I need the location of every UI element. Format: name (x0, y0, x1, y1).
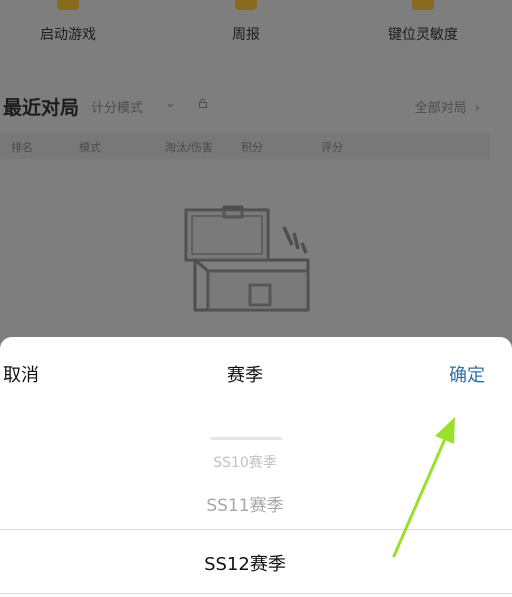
all-matches-link[interactable]: 全部对局 › (415, 97, 480, 116)
chevron-down-icon[interactable]: ⌄ (165, 96, 176, 111)
recent-matches-title: 最近对局 (3, 97, 80, 119)
launch-game-label: 启动游戏 (40, 27, 96, 43)
selection-divider-bottom (0, 593, 512, 594)
col-kills-damage: 淘汰/伤害 (165, 141, 213, 154)
weekly-report-icon (235, 0, 257, 10)
weekly-report-button[interactable]: 周报 (181, 0, 311, 44)
chevron-right-icon: › (474, 101, 480, 116)
col-rating: 评分 (321, 141, 343, 154)
top-action-row: 启动游戏 周报 键位灵敏度 (0, 0, 512, 60)
confirm-button[interactable]: 确定 (449, 361, 485, 387)
season-picker-sheet: 取消 赛季 确定 SS10赛季 SS11赛季 SS12赛季 (0, 337, 512, 597)
launch-game-icon (57, 0, 79, 10)
picker-option-selected[interactable]: SS12赛季 (0, 550, 490, 576)
empty-chest-icon (184, 205, 310, 312)
all-matches-label: 全部对局 (414, 101, 467, 116)
mode-dropdown[interactable]: 计分模式 (91, 97, 143, 116)
key-sensitivity-button[interactable]: 键位灵敏度 (358, 0, 488, 44)
picker-option[interactable]: SS10赛季 (0, 452, 490, 472)
lock-icon (199, 98, 207, 108)
col-mode: 模式 (79, 141, 101, 154)
weekly-report-label: 周报 (232, 27, 260, 43)
col-rank: 排名 (11, 141, 33, 154)
picker-option[interactable]: SS11赛季 (0, 491, 490, 516)
col-points: 积分 (241, 141, 263, 154)
launch-game-button[interactable]: 启动游戏 (3, 0, 133, 44)
picker-title: 赛季 (227, 365, 263, 386)
key-sensitivity-label: 键位灵敏度 (388, 27, 458, 43)
picker-faded-item (210, 437, 282, 440)
key-sensitivity-icon (412, 0, 434, 10)
selection-divider-top (0, 529, 512, 530)
table-header: 排名 模式 淘汰/伤害 积分 评分 (0, 133, 490, 159)
